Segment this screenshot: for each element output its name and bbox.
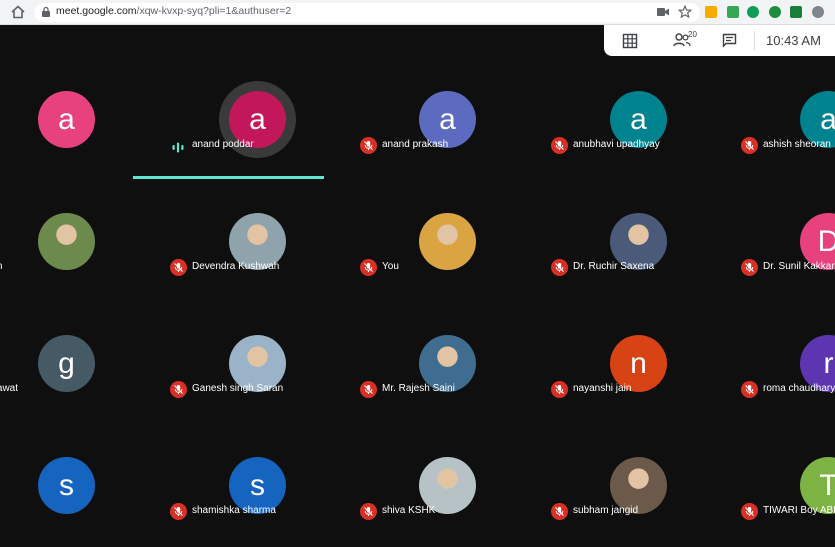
extension-icon-3[interactable] xyxy=(747,6,759,18)
participant-name: Mr. Rajesh Saini xyxy=(382,383,455,394)
participant-tile[interactable]: Mr. Rajesh Saini xyxy=(352,308,542,428)
participant-tile[interactable]: r roma chaudhary xyxy=(733,308,835,428)
participant-name: roma chaudhary xyxy=(763,383,835,394)
participant-name: kumawat xyxy=(0,383,19,394)
participant-name: elhan xyxy=(0,261,2,272)
extension-icon-5[interactable] xyxy=(790,6,802,18)
people-count: 20 xyxy=(688,30,697,39)
mic-off-icon xyxy=(170,381,187,398)
participant-avatar: g xyxy=(38,335,95,392)
participant-name: anubhavi upadhyay xyxy=(573,139,660,150)
url-text[interactable]: meet.google.com/xqw-kvxp-syq?pli=1&authu… xyxy=(56,5,291,17)
participant-tile[interactable]: subham jangid xyxy=(543,430,733,547)
participant-tile[interactable]: D Dr. Sunil Kakkar xyxy=(733,186,835,306)
mic-off-icon xyxy=(360,503,377,520)
meeting-clock: 10:43 AM xyxy=(766,33,821,48)
participant-tile[interactable]: Dr. Ruchir Saxena xyxy=(543,186,733,306)
extension-icon-1[interactable] xyxy=(705,6,717,18)
participant-tile[interactable]: a ashish sheoran xyxy=(733,64,835,184)
participant-tile[interactable]: a anubhavi upadhyay xyxy=(543,64,733,184)
extension-icon-2[interactable] xyxy=(727,6,739,18)
mic-off-icon xyxy=(741,503,758,520)
grid-layout-icon[interactable] xyxy=(622,33,638,49)
participant-name: shiva KSHK xyxy=(382,505,436,516)
participant-name: Dr. Ruchir Saxena xyxy=(573,261,655,272)
extension-icon-6[interactable] xyxy=(812,6,824,18)
mic-off-icon xyxy=(551,259,568,276)
participant-name: Ganesh singh Saran xyxy=(192,383,284,394)
participant-name: anand poddar xyxy=(192,139,254,150)
url-host: meet.google.com xyxy=(56,5,137,17)
panel-divider xyxy=(754,31,755,50)
mic-off-icon xyxy=(741,259,758,276)
participant-tile[interactable]: s shamishka sharma xyxy=(162,430,352,547)
mic-off-icon xyxy=(741,137,758,154)
participant-name: Dr. Sunil Kakkar xyxy=(763,261,835,272)
mic-off-icon xyxy=(551,503,568,520)
participant-tile[interactable]: shiva KSHK xyxy=(352,430,542,547)
mic-off-icon xyxy=(170,259,187,276)
active-speaker-bar xyxy=(133,176,324,179)
participant-photo xyxy=(419,213,476,270)
participant-tile[interactable]: elhan xyxy=(0,186,161,306)
speaking-indicator-icon xyxy=(172,140,184,153)
participant-tile[interactable]: a anand poddar xyxy=(133,64,352,184)
home-icon[interactable] xyxy=(10,4,26,20)
mic-off-icon xyxy=(360,259,377,276)
camera-icon[interactable] xyxy=(656,6,670,18)
participant-tile[interactable]: ssaini xyxy=(0,430,161,547)
mic-off-icon xyxy=(170,503,187,520)
mic-off-icon xyxy=(741,381,758,398)
participant-avatar: s xyxy=(38,457,95,514)
participant-name: anand prakash xyxy=(382,139,449,150)
participant-photo xyxy=(38,213,95,270)
mic-off-icon xyxy=(360,381,377,398)
chat-icon[interactable] xyxy=(722,33,737,48)
participant-avatar: a xyxy=(38,91,95,148)
participant-name: TIWARI Boy ABHIRAJ xyxy=(763,505,835,516)
browser-toolbar: meet.google.com/xqw-kvxp-syq?pli=1&authu… xyxy=(0,0,835,25)
meeting-info-panel: 20 10:43 AM xyxy=(604,25,835,56)
participant-tile[interactable]: a anand prakash xyxy=(352,64,542,184)
participant-tile[interactable]: n nayanshi jain xyxy=(543,308,733,428)
meet-window: meet.google.com/xqw-kvxp-syq?pli=1&authu… xyxy=(0,0,835,547)
participant-name: ashish sheoran xyxy=(763,139,831,150)
participant-name: subham jangid xyxy=(573,505,639,516)
bookmark-star-icon[interactable] xyxy=(678,5,692,19)
participant-tile[interactable]: Devendra Kushwah xyxy=(162,186,352,306)
lock-icon[interactable] xyxy=(40,6,52,18)
mic-off-icon xyxy=(551,137,568,154)
participant-tile[interactable]: Ganesh singh Saran xyxy=(162,308,352,428)
mic-off-icon xyxy=(551,381,568,398)
participant-tile[interactable]: agh xyxy=(0,64,161,184)
participant-name: Devendra Kushwah xyxy=(192,261,280,272)
participant-tile[interactable]: g kumawat xyxy=(0,308,161,428)
participant-name: You xyxy=(382,261,399,272)
participant-tile[interactable]: TTIWARI Boy ABHIRAJ xyxy=(733,430,835,547)
participant-name: shamishka sharma xyxy=(192,505,276,516)
mic-off-icon xyxy=(360,137,377,154)
participant-tile[interactable]: You xyxy=(352,186,542,306)
extension-icon-4[interactable] xyxy=(769,6,781,18)
participant-name: nayanshi jain xyxy=(573,383,632,394)
url-path: /xqw-kvxp-syq?pli=1&authuser=2 xyxy=(136,5,292,17)
